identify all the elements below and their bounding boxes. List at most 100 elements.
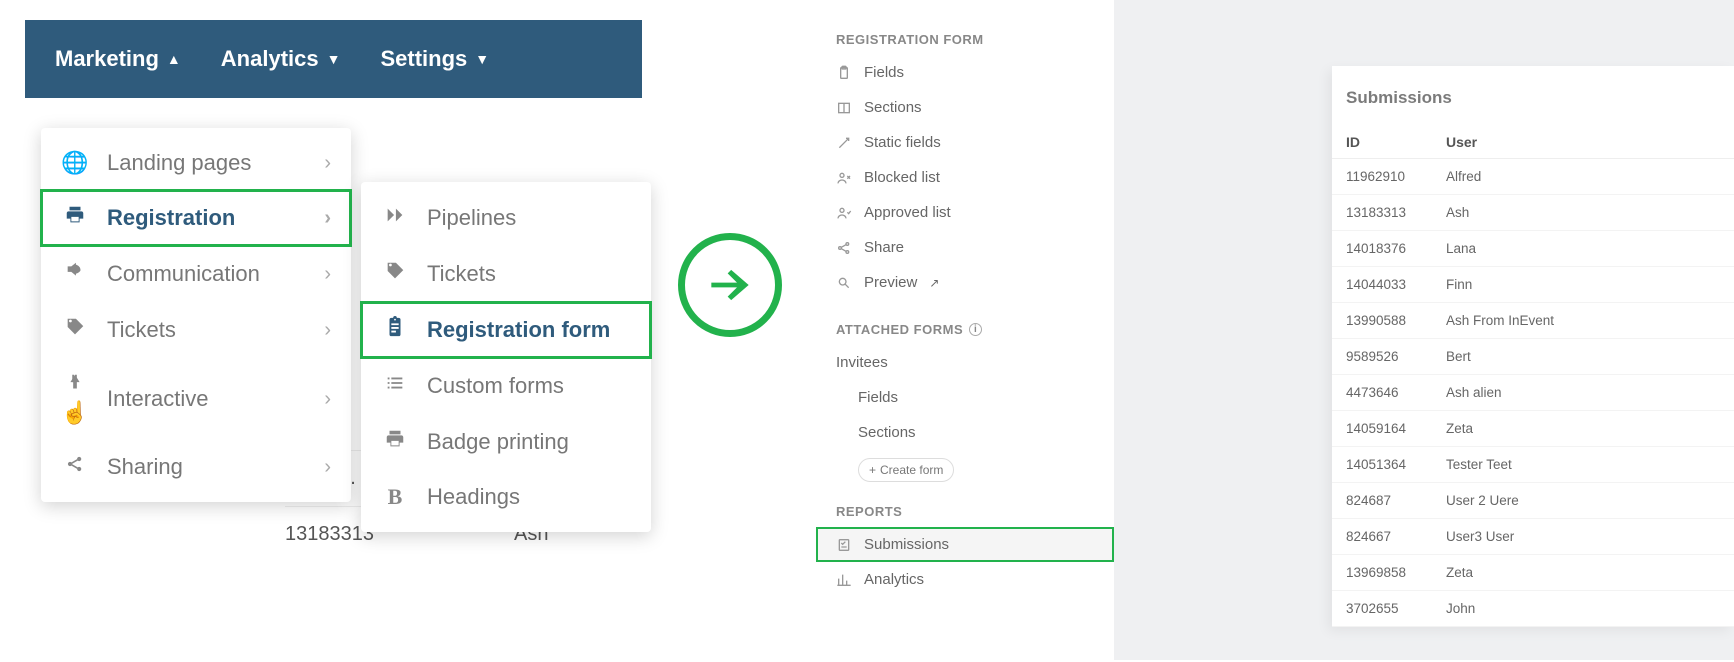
nav-invitees[interactable]: Invitees xyxy=(816,345,1114,380)
cell-id: 824687 xyxy=(1346,493,1446,508)
table-row[interactable]: 824667User3 User xyxy=(1332,519,1734,555)
share-icon xyxy=(836,240,852,256)
nav-label: Sections xyxy=(864,99,922,116)
nav-approved-list[interactable]: Approved list xyxy=(816,195,1114,230)
menu-label: Registration xyxy=(107,205,306,231)
print-icon xyxy=(61,204,89,232)
external-link-icon: ↗ xyxy=(929,276,939,290)
nav-preview[interactable]: Preview ↗ xyxy=(816,265,1114,300)
nav-analytics-label: Analytics xyxy=(221,46,319,72)
table-row[interactable]: 4473646Ash alien xyxy=(1332,375,1734,411)
chevron-down-icon: ▼ xyxy=(475,51,489,67)
cell-user: John xyxy=(1446,601,1720,616)
cell-id: 14051364 xyxy=(1346,457,1446,472)
table-row[interactable]: 13990588Ash From InEvent xyxy=(1332,303,1734,339)
menu-registration[interactable]: Registration › xyxy=(41,190,351,246)
megaphone-icon xyxy=(61,260,89,288)
cell-id: 14018376 xyxy=(1346,241,1446,256)
header-user: User xyxy=(1446,134,1720,150)
tag-icon xyxy=(381,260,409,288)
tag-icon xyxy=(61,316,89,344)
nav-sections[interactable]: Sections xyxy=(816,90,1114,125)
table-row[interactable]: 13183313Ash xyxy=(1332,195,1734,231)
table-row[interactable]: 14018376Lana xyxy=(1332,231,1734,267)
header-id: ID xyxy=(1346,134,1446,150)
nav-share[interactable]: Share xyxy=(816,230,1114,265)
list-icon xyxy=(381,372,409,400)
checklist-icon xyxy=(836,537,852,553)
submenu-label: Tickets xyxy=(427,261,496,287)
workflow-arrow-icon xyxy=(678,233,782,337)
nav-invitees-fields[interactable]: Fields xyxy=(816,380,1114,415)
cell-id: 13183313 xyxy=(1346,205,1446,220)
submenu-badge-printing[interactable]: Badge printing xyxy=(361,414,651,470)
marketing-dropdown: 🌐 Landing pages › Registration › Communi… xyxy=(41,128,351,502)
submenu-pipelines[interactable]: Pipelines xyxy=(361,190,651,246)
chevron-right-icon: › xyxy=(324,456,331,479)
chevron-right-icon: › xyxy=(324,152,331,175)
info-icon: i xyxy=(969,323,982,336)
cell-id: 13969858 xyxy=(1346,565,1446,580)
nav-blocked-list[interactable]: Blocked list xyxy=(816,160,1114,195)
table-row[interactable]: 9589526Bert xyxy=(1332,339,1734,375)
submenu-label: Pipelines xyxy=(427,205,516,231)
create-form-button[interactable]: + Create form xyxy=(858,458,954,482)
forward-icon xyxy=(381,204,409,232)
chevron-down-icon: ▼ xyxy=(327,51,341,67)
table-row[interactable]: 14051364Tester Teet xyxy=(1332,447,1734,483)
submenu-tickets[interactable]: Tickets xyxy=(361,246,651,302)
table-row[interactable]: 13969858Zeta xyxy=(1332,555,1734,591)
nav-invitees-sections[interactable]: Sections xyxy=(816,415,1114,450)
nav-label: Static fields xyxy=(864,134,941,151)
nav-static-fields[interactable]: Static fields xyxy=(816,125,1114,160)
chevron-up-icon: ▲ xyxy=(167,51,181,67)
table-row[interactable]: 14044033Finn xyxy=(1332,267,1734,303)
table-row[interactable]: 14059164Zeta xyxy=(1332,411,1734,447)
nav-label: Sections xyxy=(858,424,916,441)
top-nav-bar: Marketing ▲ Analytics ▼ Settings ▼ xyxy=(25,20,642,98)
section-reports: REPORTS xyxy=(816,482,1114,527)
clipboard-icon xyxy=(836,65,852,81)
submenu-headings[interactable]: B Headings xyxy=(361,470,651,524)
submenu-custom-forms[interactable]: Custom forms xyxy=(361,358,651,414)
table-header-row: ID User xyxy=(1332,126,1734,159)
table-row[interactable]: 11962910Alfred xyxy=(1332,159,1734,195)
chevron-right-icon: › xyxy=(324,319,331,342)
globe-icon: 🌐 xyxy=(61,150,89,176)
nav-marketing[interactable]: Marketing ▲ xyxy=(55,46,181,72)
submenu-label: Badge printing xyxy=(427,429,569,455)
cell-id: 4473646 xyxy=(1346,385,1446,400)
cell-id: 14044033 xyxy=(1346,277,1446,292)
nav-analytics[interactable]: Analytics xyxy=(816,562,1114,597)
nav-marketing-label: Marketing xyxy=(55,46,159,72)
nav-fields[interactable]: Fields xyxy=(816,55,1114,90)
menu-label: Tickets xyxy=(107,317,306,343)
menu-communication[interactable]: Communication › xyxy=(41,246,351,302)
table-row[interactable]: 3702655John xyxy=(1332,591,1734,627)
bold-icon: B xyxy=(381,484,409,510)
nav-analytics[interactable]: Analytics ▼ xyxy=(221,46,341,72)
menu-landing-pages[interactable]: 🌐 Landing pages › xyxy=(41,136,351,190)
cell-user: Zeta xyxy=(1446,565,1720,580)
menu-label: Landing pages xyxy=(107,150,306,176)
nav-label: Blocked list xyxy=(864,169,940,186)
table-row[interactable]: 824687User 2 Uere xyxy=(1332,483,1734,519)
clipboard-icon xyxy=(381,316,409,344)
nav-settings[interactable]: Settings ▼ xyxy=(380,46,489,72)
menu-interactive[interactable]: ☝ Interactive › xyxy=(41,358,351,440)
nav-label: Fields xyxy=(864,64,904,81)
menu-sharing[interactable]: Sharing › xyxy=(41,440,351,494)
submissions-table: Submissions ID User 11962910Alfred131833… xyxy=(1332,66,1734,627)
menu-tickets[interactable]: Tickets › xyxy=(41,302,351,358)
cell-user: Bert xyxy=(1446,349,1720,364)
columns-icon xyxy=(836,100,852,116)
nav-label: Approved list xyxy=(864,204,951,221)
cell-user: User 2 Uere xyxy=(1446,493,1720,508)
table-title: Submissions xyxy=(1332,84,1734,126)
create-form-label: Create form xyxy=(880,463,943,477)
submenu-registration-form[interactable]: Registration form xyxy=(361,302,651,358)
nav-submissions[interactable]: Submissions xyxy=(816,527,1114,562)
submenu-label: Registration form xyxy=(427,317,610,343)
cell-user: Ash From InEvent xyxy=(1446,313,1720,328)
cell-user: Finn xyxy=(1446,277,1720,292)
